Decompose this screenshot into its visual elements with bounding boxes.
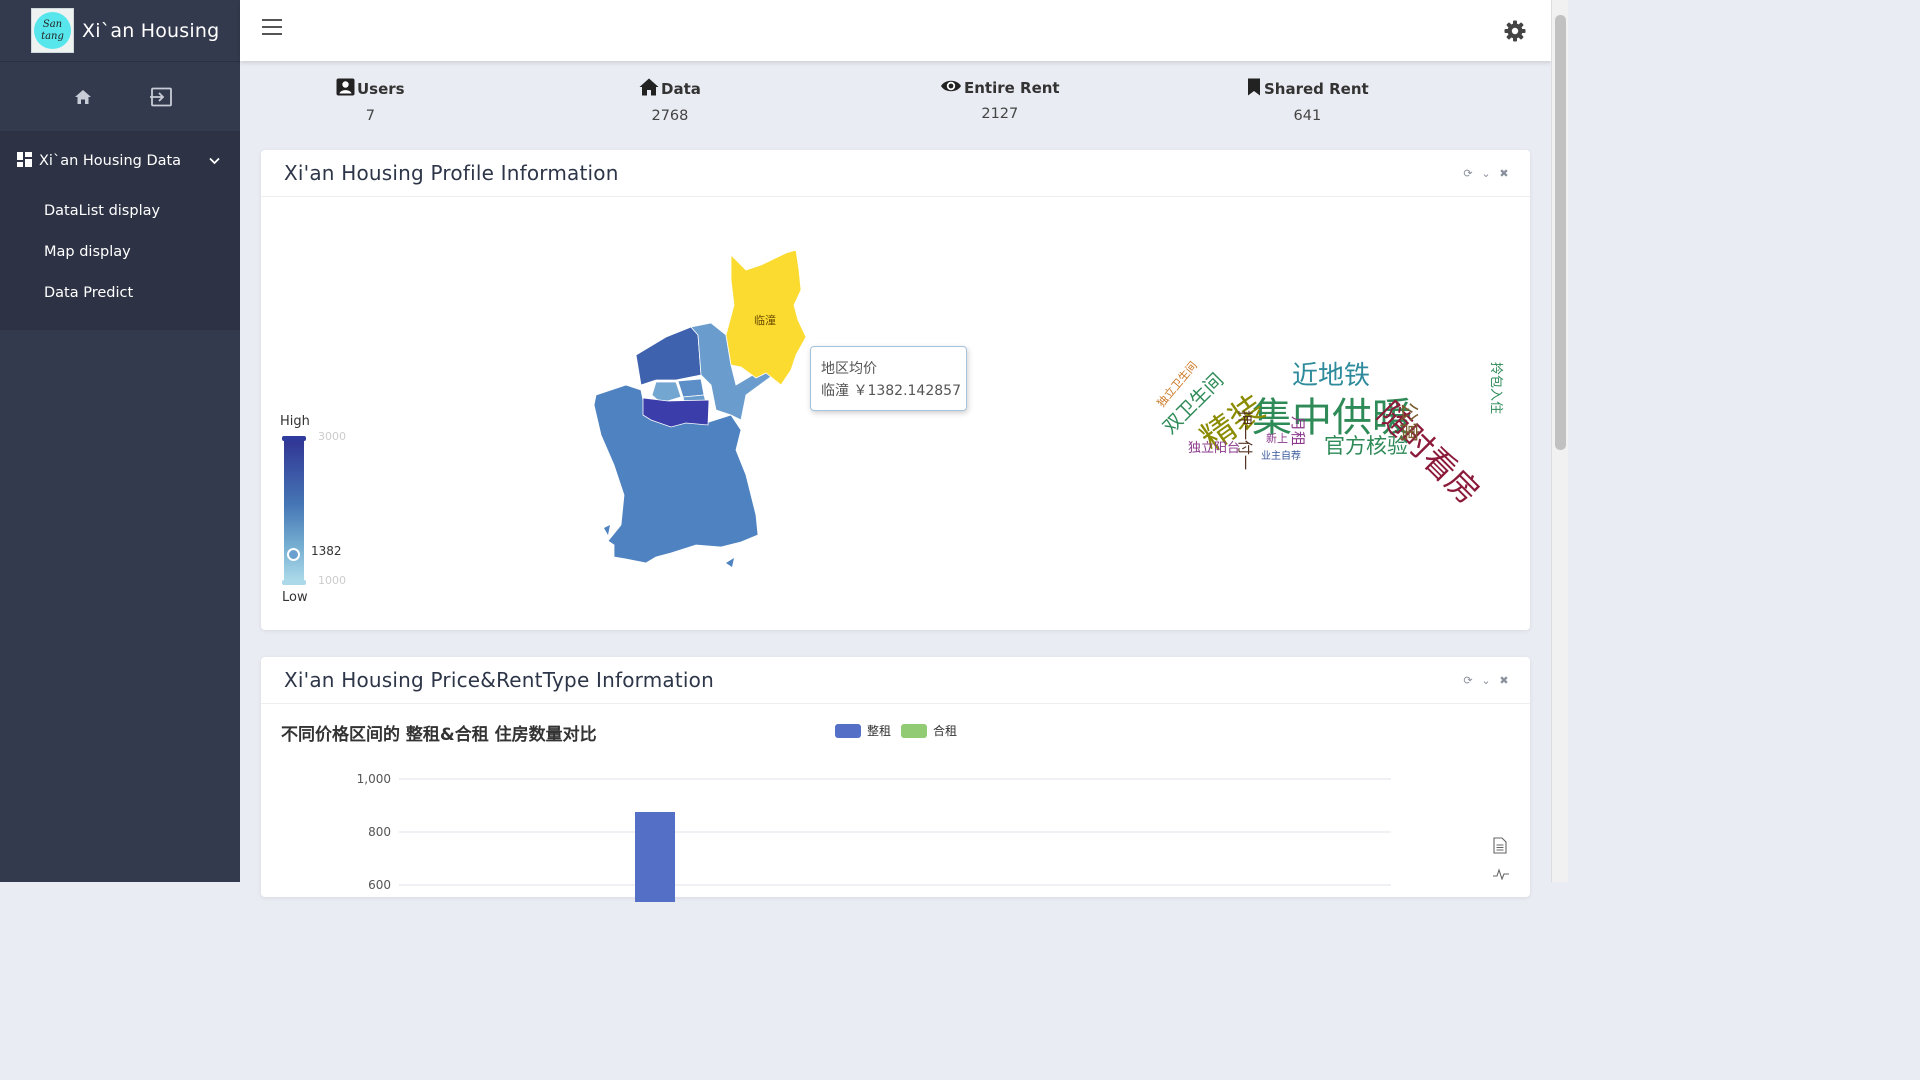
card-title: Xi'an Housing Profile Information bbox=[284, 161, 619, 185]
data-view-icon[interactable] bbox=[1493, 837, 1507, 858]
scrollbar-thumb[interactable] bbox=[1555, 15, 1566, 450]
word-cloud-word: 押一付一 bbox=[1236, 410, 1254, 471]
top-bar bbox=[240, 0, 1551, 61]
home-icon bbox=[639, 78, 659, 100]
sidebar: San tang Xi`an Housing Xi`an Housing Dat… bbox=[0, 0, 240, 882]
line-chart-switch-icon[interactable] bbox=[1493, 865, 1509, 884]
map-region bbox=[604, 525, 610, 535]
legend-current: 1382 bbox=[311, 544, 342, 558]
card-tools: ⟳ ⌄ ✖ bbox=[1462, 674, 1510, 687]
stats-row: Users 7 Data 2768 Entire Rent 2127 Share… bbox=[240, 62, 1551, 142]
sidebar-item-label: DataList display bbox=[44, 202, 161, 219]
logo: San tang bbox=[31, 8, 74, 53]
page-scrollbar[interactable] bbox=[1551, 0, 1568, 882]
sidebar-tools bbox=[0, 62, 240, 132]
legend-swatch-series-1[interactable] bbox=[835, 723, 861, 738]
legend-high-label: High bbox=[280, 414, 310, 429]
y-tick-label: 1,000 bbox=[357, 772, 391, 786]
stat-users: Users 7 bbox=[336, 78, 405, 124]
stat-entire-rent: Entire Rent 2127 bbox=[940, 78, 1060, 122]
card-header: Xi'an Housing Profile Information ⟳ ⌄ ✖ bbox=[261, 150, 1530, 197]
legend-min: 1000 bbox=[318, 574, 346, 587]
legend-label-series-1[interactable]: 整租 bbox=[867, 722, 891, 739]
word-cloud-word: 新上 bbox=[1266, 432, 1288, 445]
stat-value: 641 bbox=[1293, 108, 1322, 124]
sidebar-item-map[interactable]: Map display bbox=[0, 231, 240, 272]
eye-icon bbox=[940, 78, 962, 98]
collapse-icon[interactable]: ⌄ bbox=[1480, 674, 1492, 687]
sidebar-item-predict[interactable]: Data Predict bbox=[0, 272, 240, 313]
visual-map-legend: High 3000 1382 1000 Low bbox=[280, 414, 360, 605]
logout-icon[interactable] bbox=[147, 83, 175, 111]
legend-low-label: Low bbox=[282, 590, 308, 605]
stat-value: 7 bbox=[365, 108, 375, 124]
map-tooltip: 地区均价 临潼 ￥1382.142857 bbox=[810, 346, 967, 411]
close-icon[interactable]: ✖ bbox=[1498, 167, 1510, 180]
card-header: Xi'an Housing Price&RentType Information… bbox=[261, 657, 1530, 704]
legend-max: 3000 bbox=[318, 430, 346, 443]
bookmark-icon bbox=[1246, 78, 1262, 100]
refresh-icon[interactable]: ⟳ bbox=[1462, 167, 1474, 180]
menu-group-label: Xi`an Housing Data bbox=[39, 153, 182, 169]
map-region bbox=[635, 326, 702, 386]
home-icon[interactable] bbox=[69, 83, 97, 111]
user-icon bbox=[336, 78, 355, 100]
profile-card: Xi'an Housing Profile Information ⟳ ⌄ ✖ … bbox=[261, 150, 1530, 630]
tooltip-line: 临潼 ￥1382.142857 bbox=[821, 383, 961, 399]
stat-label: Shared Rent bbox=[1264, 80, 1369, 98]
bar-series-1[interactable] bbox=[635, 812, 675, 902]
sidebar-item-datalist[interactable]: DataList display bbox=[0, 190, 240, 231]
legend-swatch-series-2[interactable] bbox=[901, 723, 928, 738]
legend-gradient-bar[interactable] bbox=[282, 436, 306, 586]
brand-title: Xi`an Housing bbox=[82, 19, 220, 42]
word-cloud-word: 业主自荐 bbox=[1261, 451, 1301, 462]
stat-label: Data bbox=[661, 80, 701, 98]
stat-label: Entire Rent bbox=[964, 79, 1060, 97]
chevron-down-icon bbox=[209, 154, 220, 168]
xian-district-map[interactable]: 临潼 bbox=[586, 245, 826, 575]
sidebar-item-label: Data Predict bbox=[44, 284, 134, 301]
y-tick-label: 800 bbox=[368, 825, 391, 839]
logo-badge: San tang bbox=[34, 12, 71, 49]
map-label-lintong: 临潼 bbox=[754, 313, 776, 327]
menu-group: Xi`an Housing Data DataList display Map … bbox=[0, 132, 240, 330]
dashboard-grid-icon bbox=[17, 151, 32, 171]
word-cloud-word: 独立阳台 bbox=[1188, 441, 1241, 456]
word-cloud-word: 拎包入住 bbox=[1488, 362, 1503, 415]
stat-shared-rent: Shared Rent 641 bbox=[1246, 78, 1369, 124]
close-icon[interactable]: ✖ bbox=[1498, 674, 1510, 687]
brand[interactable]: San tang Xi`an Housing bbox=[0, 0, 240, 62]
word-cloud-word: 月租 bbox=[1289, 416, 1307, 447]
logo-line1: San bbox=[42, 18, 63, 30]
hamburger-menu-icon[interactable] bbox=[262, 19, 282, 36]
chart-legend: 整租 合租 bbox=[835, 722, 957, 739]
sidebar-item-label: Map display bbox=[44, 243, 131, 260]
card-title: Xi'an Housing Price&RentType Information bbox=[284, 668, 714, 692]
legend-handle[interactable] bbox=[287, 548, 300, 561]
app-root: San tang Xi`an Housing Xi`an Housing Dat… bbox=[0, 0, 1568, 902]
y-tick-label: 600 bbox=[368, 878, 391, 892]
price-card: Xi'an Housing Price&RentType Information… bbox=[261, 657, 1530, 902]
word-cloud-word: 近地铁 bbox=[1292, 361, 1371, 391]
word-cloud: 集中供暖 随时看房 精装 近地铁 官方核验 双卫生间 公寓 独立阳台 押一付一 … bbox=[1141, 340, 1521, 511]
collapse-icon[interactable]: ⌄ bbox=[1480, 167, 1492, 180]
map-region bbox=[677, 378, 705, 398]
legend-label-series-2[interactable]: 合租 bbox=[933, 722, 957, 739]
gear-icon[interactable] bbox=[1503, 19, 1527, 43]
word-cloud-word: 公寓 bbox=[1397, 402, 1421, 442]
stat-value: 2127 bbox=[981, 106, 1019, 122]
tooltip-title: 地区均价 bbox=[821, 361, 877, 377]
stat-data: Data 2768 bbox=[639, 78, 701, 124]
refresh-icon[interactable]: ⟳ bbox=[1462, 674, 1474, 687]
menu-group-toggle[interactable]: Xi`an Housing Data bbox=[0, 132, 240, 190]
map-region bbox=[726, 558, 734, 567]
logo-line2: tang bbox=[41, 30, 64, 42]
chart-title: 不同价格区间的 整租&合租 住房数量对比 bbox=[281, 725, 597, 745]
card-tools: ⟳ ⌄ ✖ bbox=[1462, 167, 1510, 180]
stat-label: Users bbox=[357, 80, 405, 98]
stat-value: 2768 bbox=[651, 108, 689, 124]
rent-type-bar-chart: 1,000 800 600 bbox=[357, 772, 1391, 902]
